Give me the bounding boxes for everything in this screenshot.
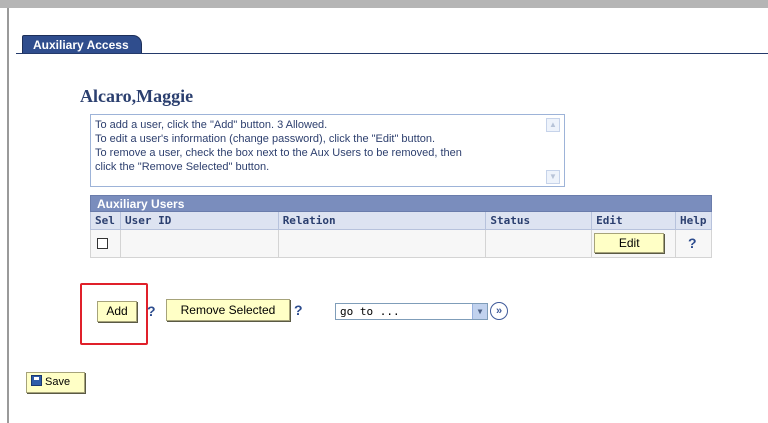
column-header-status: Status bbox=[486, 212, 593, 230]
window-left-border bbox=[7, 8, 9, 423]
double-chevron-right-icon[interactable]: » bbox=[490, 302, 508, 320]
save-button[interactable]: Save bbox=[26, 372, 85, 393]
edit-button[interactable]: Edit bbox=[594, 233, 665, 253]
instruction-line: To add a user, click the "Add" button. 3… bbox=[95, 119, 328, 131]
remove-help-icon[interactable]: ? bbox=[294, 302, 303, 318]
column-header-sel: Sel bbox=[91, 212, 121, 230]
tab-auxiliary-access[interactable]: Auxiliary Access bbox=[22, 35, 142, 53]
grid-header-row: Sel User ID Relation Status Edit Help bbox=[90, 212, 712, 230]
instruction-line: click the "Remove Selected" button. bbox=[95, 161, 270, 173]
help-icon[interactable]: ? bbox=[688, 235, 697, 251]
goto-select[interactable]: go to ... ▼ bbox=[335, 303, 488, 320]
add-button[interactable]: Add bbox=[97, 301, 137, 322]
status-cell bbox=[486, 230, 593, 258]
select-checkbox[interactable] bbox=[97, 238, 108, 249]
instructions-scrollbar[interactable]: ▲ ▼ bbox=[546, 118, 560, 184]
sel-cell bbox=[91, 230, 121, 258]
column-header-user-id: User ID bbox=[120, 212, 279, 230]
column-header-relation: Relation bbox=[278, 212, 487, 230]
scroll-down-icon[interactable]: ▼ bbox=[546, 170, 560, 184]
person-name: Alcaro,Maggie bbox=[80, 86, 194, 106]
goto-selected-value: go to ... bbox=[340, 305, 400, 318]
instruction-line: To remove a user, check the box next to … bbox=[95, 147, 462, 159]
user-id-cell bbox=[120, 230, 279, 258]
floppy-disk-icon bbox=[31, 375, 42, 386]
instruction-line: To edit a user's information (change pas… bbox=[95, 133, 436, 145]
window-top-border bbox=[0, 0, 768, 8]
auxiliary-users-grid: Auxiliary Users Sel User ID Relation Sta… bbox=[90, 195, 712, 258]
add-help-icon[interactable]: ? bbox=[147, 303, 156, 319]
column-header-edit: Edit bbox=[592, 212, 677, 230]
relation-cell bbox=[278, 230, 487, 258]
edit-cell: Edit bbox=[592, 230, 677, 258]
chevron-down-icon[interactable]: ▼ bbox=[472, 304, 487, 319]
instructions-text: To add a user, click the "Add" button. 3… bbox=[95, 118, 535, 174]
tab-underline bbox=[16, 53, 768, 54]
scroll-up-icon[interactable]: ▲ bbox=[546, 118, 560, 132]
instructions-box: To add a user, click the "Add" button. 3… bbox=[90, 114, 565, 187]
help-cell: ? bbox=[676, 230, 712, 258]
grid-title: Auxiliary Users bbox=[90, 195, 712, 212]
remove-selected-button[interactable]: Remove Selected bbox=[166, 299, 290, 321]
save-label: Save bbox=[45, 376, 71, 388]
table-row: Edit ? bbox=[90, 230, 712, 258]
column-header-help: Help bbox=[676, 212, 712, 230]
